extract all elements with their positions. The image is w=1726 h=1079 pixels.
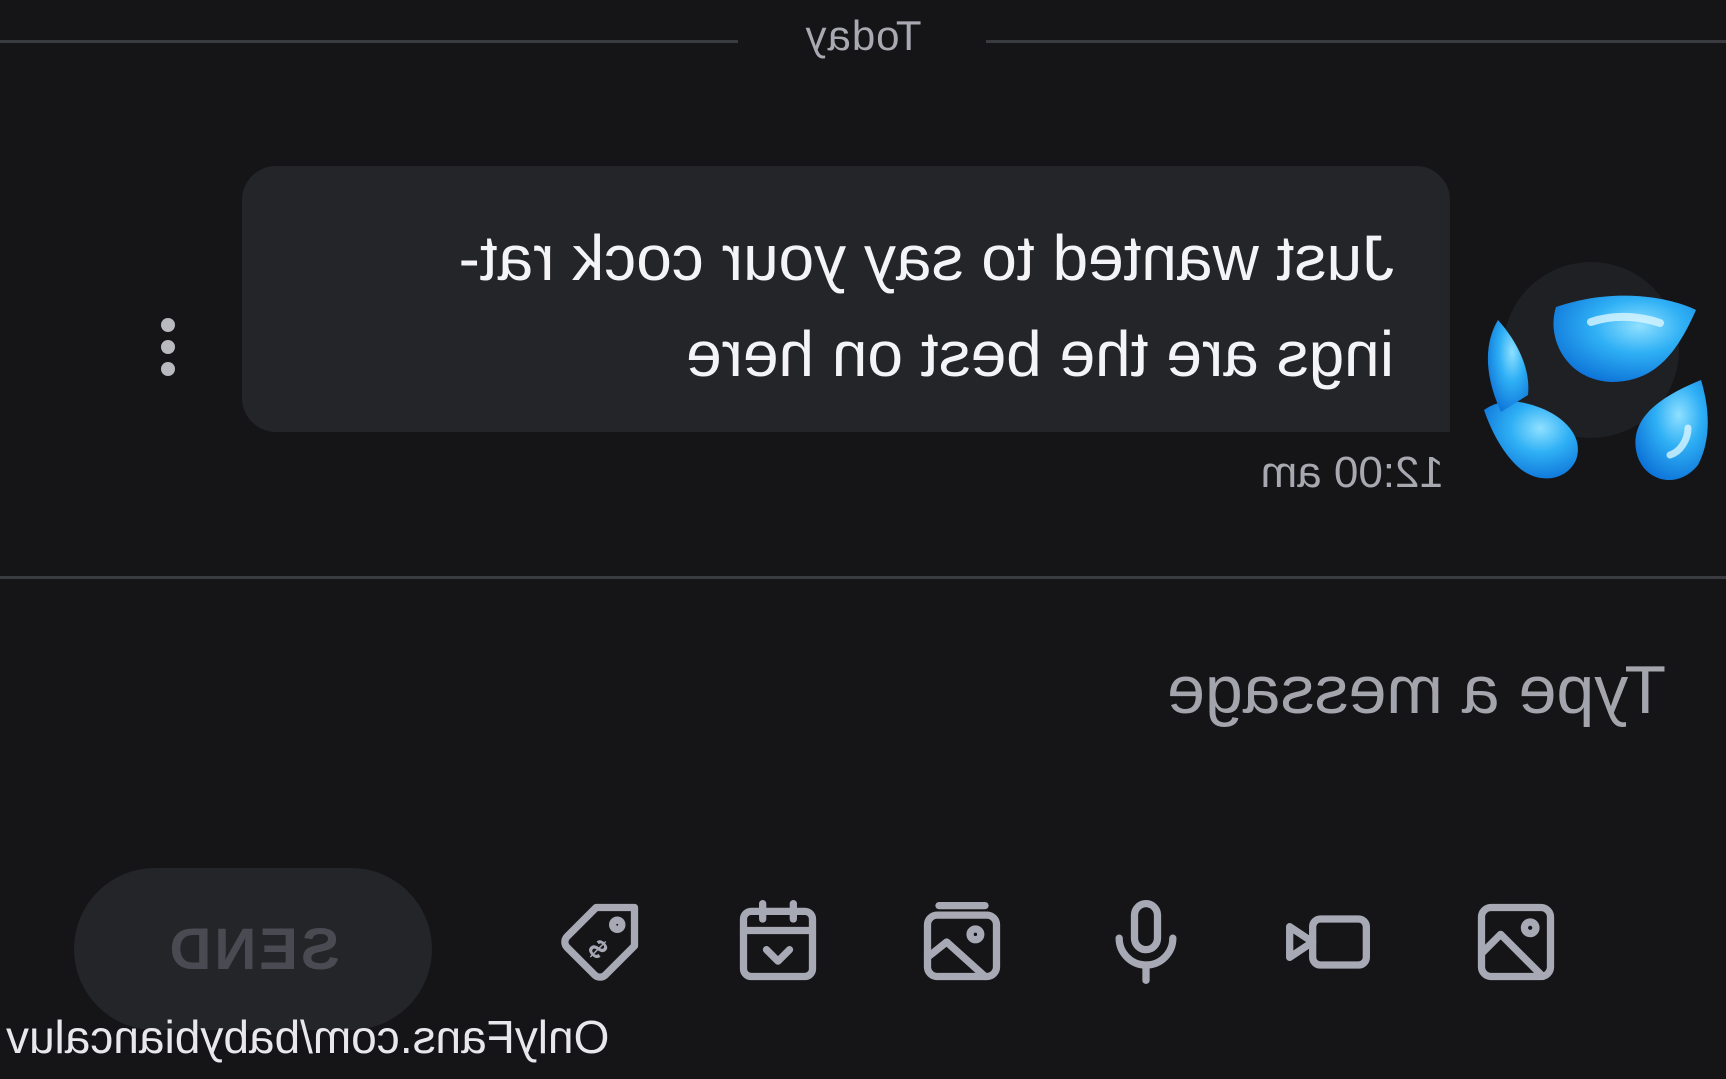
price-tag-icon[interactable]: $ <box>554 896 646 988</box>
gallery-icon[interactable] <box>916 896 1008 988</box>
sweat-droplets-avatar-icon <box>1466 260 1716 540</box>
svg-text:$: $ <box>582 933 614 965</box>
watermark-text: OnlyFans.com/babybiancaluv <box>6 1011 610 1063</box>
date-divider-label: Today <box>804 12 922 59</box>
date-divider-line-left <box>986 40 1726 43</box>
image-icon[interactable] <box>1470 896 1562 988</box>
send-button[interactable]: SEND <box>74 868 432 1030</box>
date-divider-line-right <box>0 40 738 43</box>
message-bubble[interactable]: Just wanted to say your cock rat- ings a… <box>242 166 1450 432</box>
message-text: Just wanted to say your cock rat- ings a… <box>298 210 1395 402</box>
message-text-line: ings are the best on here <box>685 318 1394 390</box>
video-icon[interactable] <box>1282 896 1374 988</box>
message-text-line: Just wanted to say your cock rat- <box>458 222 1395 294</box>
schedule-icon[interactable] <box>732 896 824 988</box>
chat-screen: Today Just wanted to say your cock rat- … <box>0 0 1726 1079</box>
message-timestamp: 12:00 am <box>1260 448 1444 497</box>
composer-divider <box>0 576 1726 579</box>
message-input[interactable] <box>566 640 1666 740</box>
microphone-icon[interactable] <box>1100 896 1192 988</box>
message-more-options-icon[interactable] <box>146 318 186 378</box>
